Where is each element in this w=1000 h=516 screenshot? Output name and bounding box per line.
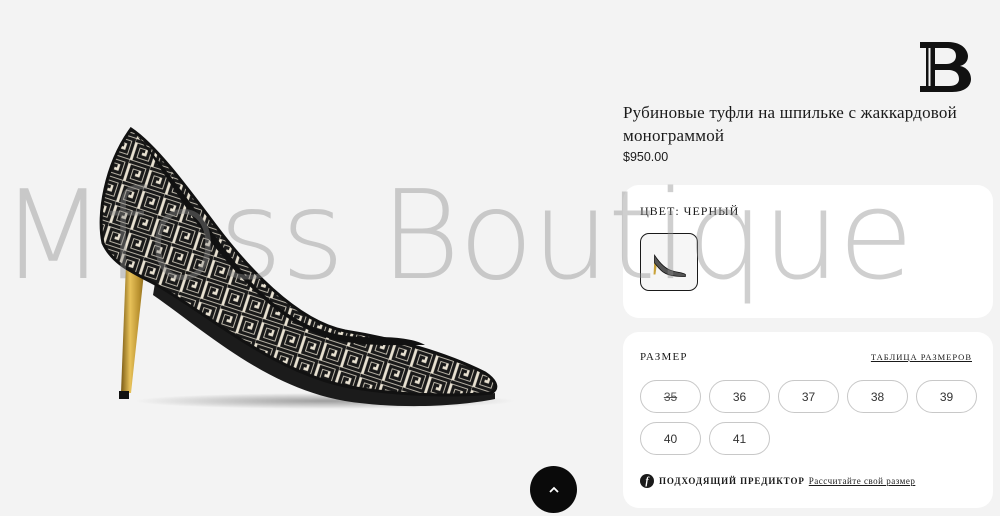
product-image [99, 126, 515, 409]
scroll-to-top-button[interactable] [530, 466, 577, 513]
size-option-39[interactable]: 39 [916, 380, 977, 413]
shoe-thumbnail-icon [653, 253, 686, 277]
size-label: РАЗМЕР [640, 351, 688, 363]
color-selector-card: ЦВЕТ: ЧЕРНЫЙ [623, 185, 993, 318]
fit-predictor-label: ПОДХОДЯЩИЙ ПРЕДИКТОР [659, 476, 805, 486]
size-option-36[interactable]: 36 [709, 380, 770, 413]
size-option-41[interactable]: 41 [709, 422, 770, 455]
size-option-35[interactable]: 35 [640, 380, 701, 413]
fit-predictor: f ПОДХОДЯЩИЙ ПРЕДИКТОР Рассчитайте свой … [640, 474, 915, 488]
balmain-b-logo[interactable] [918, 40, 972, 94]
size-chart-link[interactable]: ТАБЛИЦА РАЗМЕРОВ [871, 352, 972, 362]
fit-predictor-icon: f [640, 474, 654, 488]
size-option-40[interactable]: 40 [640, 422, 701, 455]
calculate-size-link[interactable]: Рассчитайте свой размер [809, 476, 916, 486]
size-selector-card: РАЗМЕР ТАБЛИЦА РАЗМЕРОВ 35 36 37 38 39 4… [623, 332, 993, 508]
color-swatch-black[interactable] [640, 233, 698, 291]
product-price: $950.00 [623, 150, 669, 164]
size-option-37[interactable]: 37 [778, 380, 839, 413]
chevron-up-icon [548, 486, 559, 493]
product-title: Рубиновые туфли на шпильке с жаккардовой… [623, 103, 957, 145]
color-label: ЦВЕТ: ЧЕРНЫЙ [640, 204, 740, 218]
size-option-38[interactable]: 38 [847, 380, 908, 413]
size-options: 35 36 37 38 39 40 41 [640, 380, 980, 455]
